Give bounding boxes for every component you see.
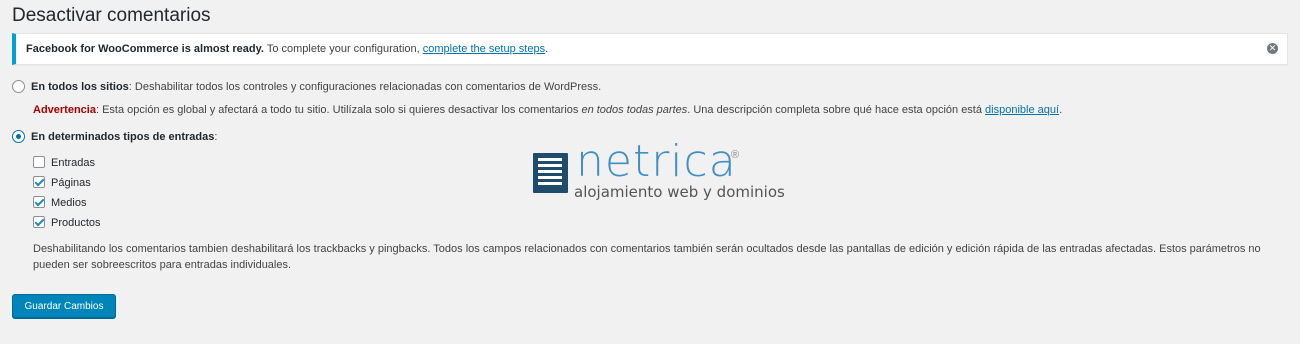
dismiss-icon[interactable]: ✕ (1267, 43, 1278, 54)
checkbox-medios[interactable] (33, 196, 45, 208)
option-post-types-label: En determinados tipos de entradas: (31, 131, 217, 143)
notice-text: Facebook for WooCommerce is almost ready… (26, 43, 548, 55)
woocommerce-notice: Facebook for WooCommerce is almost ready… (12, 33, 1288, 65)
page-title: Desactivar comentarios (12, 5, 211, 26)
warning-italic: en todos todas partes (581, 104, 688, 116)
notice-body: To complete your configuration, (264, 43, 423, 55)
netrica-watermark: netrica ® alojamiento web y dominios (533, 140, 785, 202)
checkbox-paginas-label: Páginas (51, 177, 91, 189)
radio-all-sites[interactable] (12, 80, 25, 93)
checkbox-entradas[interactable] (33, 156, 45, 168)
warning-text-1: : Esta opción es global y afectará a tod… (95, 104, 582, 116)
option-all-sites-title: En todos los sitios (31, 81, 129, 93)
option-all-sites-label: En todos los sitios: Deshabilitar todos … (31, 81, 601, 93)
warning-text-2: . Una descripción completa sobre qué hac… (687, 104, 986, 116)
available-here-link[interactable]: disponible aquí (985, 104, 1059, 116)
registered-mark: ® (731, 149, 740, 161)
server-icon (533, 153, 568, 193)
save-button[interactable]: Guardar Cambios (12, 294, 116, 318)
checkbox-medios-label: Medios (51, 197, 87, 209)
checkbox-paginas[interactable] (33, 176, 45, 188)
option-post-types-colon: : (214, 131, 218, 143)
checkbox-productos[interactable] (33, 216, 45, 228)
option-post-types-title: En determinados tipos de entradas (31, 131, 215, 143)
warning-label: Advertencia (33, 104, 96, 116)
notice-bold: Facebook for WooCommerce is almost ready… (26, 43, 264, 55)
warning-text: Advertencia: Esta opción es global y afe… (33, 104, 1062, 116)
radio-post-types[interactable] (12, 130, 25, 143)
warning-end: . (1059, 104, 1063, 116)
notice-end: . (545, 43, 549, 55)
checkbox-entradas-label: Entradas (51, 157, 96, 169)
setup-steps-link[interactable]: complete the setup steps (423, 43, 545, 55)
checkbox-productos-label: Productos (51, 217, 101, 229)
settings-description: Deshabilitando los comentarios tambien d… (33, 243, 1261, 271)
option-all-sites-desc: : Deshabilitar todos los controles y con… (128, 81, 602, 93)
logo-wordmark: netrica (576, 136, 737, 187)
logo-tagline: alojamiento web y dominios (574, 183, 785, 201)
